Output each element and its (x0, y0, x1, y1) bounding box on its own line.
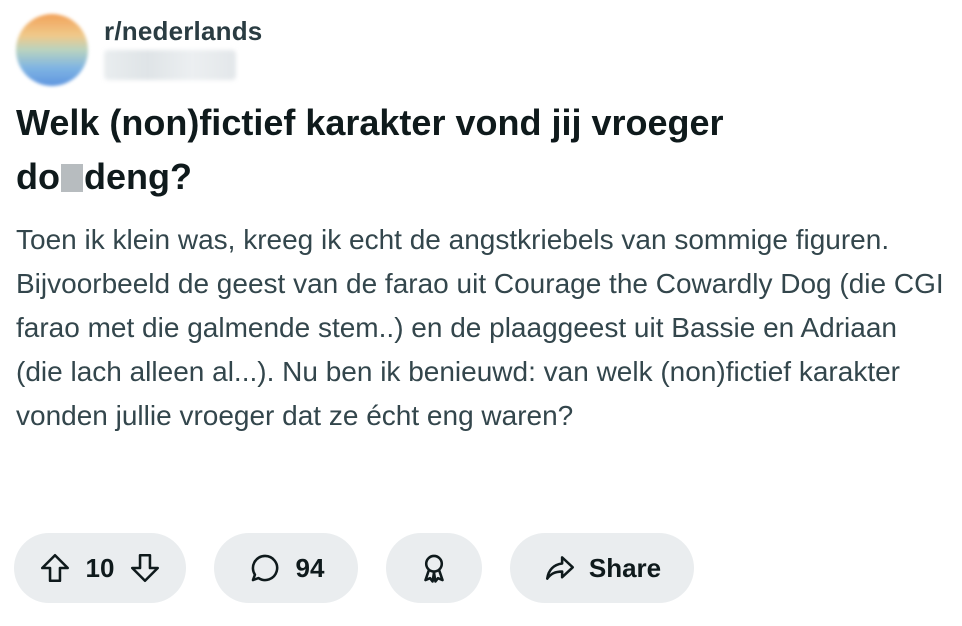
vote-count: 10 (85, 552, 115, 583)
award-icon (417, 551, 451, 585)
upvote-icon[interactable] (38, 551, 72, 585)
comment-icon (248, 551, 282, 585)
post-title: Welk (non)fictief karakter vond jij vroe… (16, 96, 916, 204)
post-title-end: deng? (83, 156, 192, 197)
subreddit-avatar[interactable] (16, 14, 88, 86)
censor-block (60, 164, 83, 192)
comments-button[interactable]: 94 (214, 533, 358, 603)
share-icon (543, 551, 577, 585)
post-title-start: do (16, 156, 60, 197)
post-body: Toen ik klein was, kreeg ik echt de angs… (16, 224, 944, 431)
post-title-line1: Welk (non)fictief karakter vond jij vroe… (16, 102, 724, 143)
subreddit-name[interactable]: r/nederlands (104, 16, 262, 47)
vote-control: 10 (14, 533, 186, 603)
comment-count: 94 (295, 552, 325, 583)
post-action-bar: 10 94 Share (14, 533, 694, 603)
share-button[interactable]: Share (510, 533, 694, 603)
author-username-redacted (104, 50, 236, 80)
award-button[interactable] (386, 533, 482, 603)
share-label: Share (588, 552, 662, 583)
downvote-icon[interactable] (128, 551, 162, 585)
